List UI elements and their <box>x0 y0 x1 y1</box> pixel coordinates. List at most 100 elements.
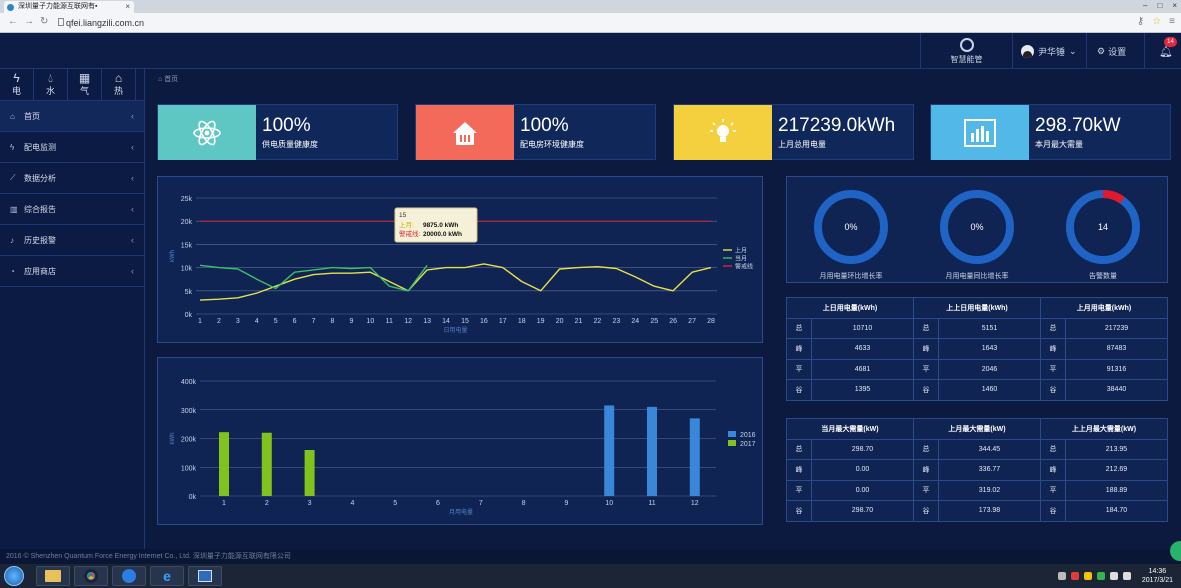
max-demand-table: 当月最大需量(kW) 上月最大需量(kW) 上上月最大需量(kW) 总 298.7… <box>786 418 1168 522</box>
gauge-label: 月用电量环比增长率 <box>819 273 883 280</box>
row-label: 总 <box>786 317 812 339</box>
bookmark-star-icon[interactable]: ☆ <box>1152 16 1161 27</box>
gauge-ring: 14 <box>1066 190 1140 264</box>
brand-block[interactable]: 智慧能管 <box>920 33 1012 69</box>
reload-icon[interactable]: ↻ <box>40 16 48 27</box>
user-menu[interactable]: 尹华锤 ⌄ <box>1012 33 1086 69</box>
ie-icon[interactable]: e <box>150 566 184 586</box>
table-cell: 188.89 <box>1065 479 1168 501</box>
bar-2017 <box>304 450 315 496</box>
kpi-card-supply-quality: 100% 供电质量健康度 <box>157 104 398 160</box>
x-tick-label: 2 <box>265 500 269 507</box>
legend-label: 上月 <box>735 247 747 255</box>
sidebar-item-label: 数据分析 <box>24 173 56 183</box>
chevron-down-icon: ⌄ <box>1069 45 1077 56</box>
chrome-icon[interactable] <box>74 566 108 586</box>
bar-chart-icon <box>931 105 1029 160</box>
row-label: 谷 <box>913 500 939 522</box>
tray-app-icon[interactable] <box>1096 572 1105 580</box>
kpi-value: 298.70kW <box>1035 115 1121 136</box>
this-month-line <box>199 264 428 292</box>
x-tick-label: 11 <box>648 500 655 507</box>
sidebar-item-distribution-monitor[interactable]: ϟ 配电监测 ‹ <box>0 132 144 163</box>
footer: 2016 © Shenzhen Quantum Force Energy Int… <box>0 549 1181 564</box>
file-explorer-icon[interactable] <box>36 566 70 586</box>
tab-label: 水 <box>45 86 55 96</box>
lightbulb-icon <box>674 105 772 160</box>
sidebar-item-app-store[interactable]: ◔ 应用商店 ‹ <box>0 256 144 287</box>
url-input[interactable]: qfei.liangzili.com.cn <box>66 16 144 30</box>
back-icon[interactable]: ← <box>8 16 18 27</box>
notifications-button[interactable]: 🔔︎ 14 <box>1144 33 1181 69</box>
y-tick-label: 300k <box>181 408 197 415</box>
tray-network-icon[interactable] <box>1109 572 1118 580</box>
maximize-button[interactable]: □ <box>1157 0 1162 13</box>
tray-keyboard-icon[interactable] <box>1057 572 1066 580</box>
gauge-mom-growth: 0% 月用电量环比增长率 <box>801 187 901 281</box>
table-header: 上日用电量(kWh) <box>786 297 914 319</box>
network-app-icon[interactable] <box>112 566 146 586</box>
table-row: 平 0.00 平 319.02 平 188.89 <box>786 479 1168 501</box>
sidebar-item-home[interactable]: ⌂ 首页 ‹ <box>0 101 144 132</box>
atom-icon <box>158 105 256 160</box>
sidebar-item-alarm-history[interactable]: ♪ 历史报警 ‹ <box>0 225 144 256</box>
monthly-usage-bar-chart: 0k100k200k300k400k1 2 3 4 5 6 7 8 9 10 11 12月用电量kWh… <box>170 379 756 516</box>
sidebar-item-reports[interactable]: ▥ 综合报告 ‹ <box>0 194 144 225</box>
gauge-alarm-count: 14 告警数量 <box>1053 187 1153 281</box>
table-cell: 10710 <box>811 317 914 339</box>
bar-2016 <box>604 405 615 496</box>
row-label: 总 <box>1040 317 1066 339</box>
x-tick-label: 3 <box>308 500 312 507</box>
store-icon: ◔ <box>10 266 15 276</box>
window-close-button[interactable]: × <box>1172 0 1177 13</box>
forward-icon[interactable]: → <box>24 16 34 27</box>
row-label: 谷 <box>786 379 812 401</box>
menu-icon[interactable]: ≡ <box>1169 16 1175 27</box>
table-cell: 4633 <box>811 338 914 360</box>
table-row: 总 298.70 总 344.45 总 213.95 <box>786 438 1168 460</box>
tab-close-button[interactable]: × <box>125 1 130 13</box>
settings-button[interactable]: ⚙ 设置 <box>1086 33 1144 69</box>
tab-heat[interactable]: ⌂ 热 <box>102 69 136 101</box>
tab-gas[interactable]: ▦ 气 <box>68 69 102 101</box>
tooltip-row-value: 9875.0 kWh <box>423 222 458 229</box>
table-cell: 298.70 <box>811 438 914 460</box>
sidebar: ϟ 电 💧︎ 水 ▦ 气 ⌂ 热 ⌂ 首页 ‹ ϟ 配电监测 ‹ ⟋ 数据分析 … <box>0 69 145 549</box>
minimize-button[interactable]: – <box>1143 0 1147 13</box>
tray-volume-icon[interactable] <box>1122 572 1131 580</box>
chevron-left-icon: ‹ <box>131 235 134 245</box>
window-app-icon[interactable] <box>188 566 222 586</box>
table-cell: 1643 <box>938 338 1041 360</box>
x-tick-label: 14 <box>442 318 450 325</box>
clock[interactable]: 14:36 2017/3/21 <box>1142 567 1173 585</box>
table-cell: 38440 <box>1065 379 1168 401</box>
chart-tooltip: 15上月: 9875.0 kWh警戒线: 20000.0 kWh <box>394 207 478 243</box>
x-tick-label: 9 <box>349 318 353 325</box>
tab-water[interactable]: 💧︎ 水 <box>34 69 68 101</box>
settings-label: 设置 <box>1108 46 1127 57</box>
y-tick-label: 5k <box>185 289 193 296</box>
gear-icon: ⚙ <box>1097 45 1106 56</box>
key-icon[interactable]: ⚷ <box>1137 16 1144 27</box>
row-label: 平 <box>786 479 812 501</box>
kpi-label: 供电质量健康度 <box>262 140 318 149</box>
x-tick-label: 22 <box>594 318 602 325</box>
breadcrumb-home[interactable]: 首页 <box>164 76 178 83</box>
gauges-panel: 0% 月用电量环比增长率 0% 月用电量同比增长率 14 告警数量 <box>786 176 1168 283</box>
tab-electricity[interactable]: ϟ 电 <box>0 69 34 101</box>
x-tick-label: 7 <box>479 500 483 507</box>
table-cell: 87483 <box>1065 338 1168 360</box>
kpi-card-max-demand: 298.70kW 本月最大需量 <box>930 104 1171 160</box>
row-label: 谷 <box>1040 379 1066 401</box>
favicon-icon <box>7 4 14 11</box>
tray-app-icon[interactable] <box>1070 572 1079 580</box>
start-button-icon[interactable] <box>4 566 24 586</box>
address-bar: ← → ↻ qfei.liangzili.com.cn ⚷ ☆ ≡ <box>0 13 1181 33</box>
window-controls: – □ × <box>1143 0 1177 13</box>
chevron-left-icon: ‹ <box>131 111 134 121</box>
tray-app-icon[interactable] <box>1083 572 1092 580</box>
y-tick-label: 200k <box>181 437 197 444</box>
browser-tab[interactable]: 深圳量子力能源互联网有▪ × <box>4 1 134 13</box>
sidebar-item-data-analysis[interactable]: ⟋ 数据分析 ‹ <box>0 163 144 194</box>
x-tick-label: 9 <box>564 500 568 507</box>
